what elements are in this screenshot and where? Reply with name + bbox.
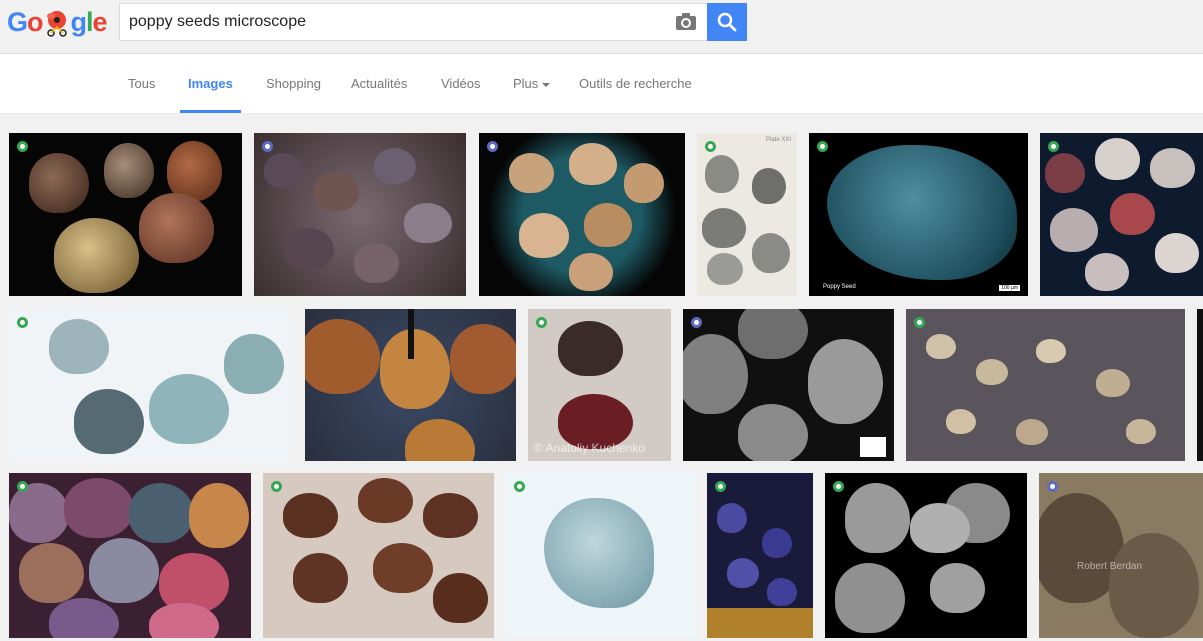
tab-plus[interactable]: Plus [513, 54, 551, 113]
image-result[interactable]: Robert Berdan [1039, 473, 1203, 638]
source-badge-icon [536, 317, 547, 328]
image-watermark: Poppy Seed [823, 284, 856, 290]
image-result[interactable] [479, 133, 685, 296]
image-result[interactable]: © Anatoliy Kuchenko [528, 309, 671, 461]
poppy-doodle-icon [44, 9, 70, 37]
google-logo[interactable]: G o g l e [7, 6, 108, 38]
image-result[interactable] [9, 309, 292, 461]
image-result[interactable] [683, 309, 894, 461]
tab-label: Images [188, 76, 233, 91]
tab-outils-de-recherche[interactable]: Outils de recherche [579, 54, 692, 113]
logo-letter-o: o [27, 6, 43, 37]
source-badge-icon [1047, 481, 1058, 492]
source-badge-icon [705, 141, 716, 152]
logo-letter-g: G [7, 6, 28, 37]
image-result[interactable] [254, 133, 466, 296]
tab-label: Actualités [351, 76, 408, 91]
source-badge-icon [17, 141, 28, 152]
source-badge-icon [487, 141, 498, 152]
source-badge-icon [514, 481, 525, 492]
image-result[interactable] [707, 473, 813, 638]
tab-tous[interactable]: Tous [128, 54, 155, 113]
search-tabs: Tous Images Shopping Actualités Vidéos P… [0, 54, 1203, 114]
search-button[interactable] [707, 3, 747, 41]
image-result[interactable]: Plate XXI [697, 133, 797, 296]
logo-letter-e: e [92, 6, 108, 37]
source-badge-icon [17, 481, 28, 492]
image-result[interactable] [263, 473, 494, 638]
tab-shopping[interactable]: Shopping [266, 54, 321, 113]
image-result[interactable] [506, 473, 695, 638]
source-badge-icon [17, 317, 28, 328]
search-box [119, 3, 707, 41]
chevron-down-icon [542, 82, 551, 87]
image-result[interactable] [906, 309, 1185, 461]
tab-label: Vidéos [441, 76, 481, 91]
source-badge-icon [914, 317, 925, 328]
search-icon [717, 12, 737, 32]
logo-letter-g2: g [70, 6, 87, 37]
image-watermark: Plate XXI [765, 137, 791, 143]
image-result[interactable] [9, 473, 251, 638]
source-badge-icon [833, 481, 844, 492]
source-badge-icon [262, 141, 273, 152]
image-result[interactable] [305, 309, 516, 461]
tab-videos[interactable]: Vidéos [441, 54, 481, 113]
search-input[interactable] [129, 4, 659, 40]
tab-label: Shopping [266, 76, 321, 91]
camera-icon[interactable] [675, 12, 697, 32]
tab-actualites[interactable]: Actualités [351, 54, 407, 113]
scale-bar: 100 µm [999, 285, 1020, 291]
source-badge-icon [715, 481, 726, 492]
image-result[interactable] [9, 133, 242, 296]
tab-label: Plus [513, 76, 539, 91]
source-badge-icon [817, 141, 828, 152]
image-watermark: Robert Berdan [1077, 561, 1143, 572]
image-result[interactable] [1197, 309, 1203, 461]
source-badge-icon [271, 481, 282, 492]
image-result[interactable]: Poppy Seed 100 µm [809, 133, 1028, 296]
tab-images[interactable]: Images [180, 54, 241, 113]
top-bar: G o g l e [0, 0, 1203, 54]
tab-label: Outils de recherche [579, 76, 692, 91]
source-badge-icon [691, 317, 702, 328]
image-result[interactable] [825, 473, 1027, 638]
image-watermark: © Anatoliy Kuchenko [534, 441, 645, 455]
source-badge-icon [1048, 141, 1059, 152]
tab-label: Tous [128, 76, 156, 91]
image-result[interactable] [1040, 133, 1203, 296]
